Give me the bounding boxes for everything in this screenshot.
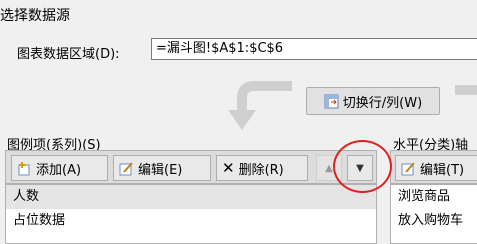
- add-series-button[interactable]: 添加(A): [11, 155, 108, 181]
- dialog-title: 选择数据源: [0, 8, 70, 24]
- list-item[interactable]: 人数: [6, 185, 376, 209]
- list-item[interactable]: 占位数据: [6, 209, 376, 233]
- edit-axis-label: 编辑(T): [420, 162, 465, 178]
- switch-row-col-icon: [324, 94, 339, 108]
- data-range-input[interactable]: =漏斗图!$A$1:$C$6: [151, 38, 477, 60]
- axis-category-list: 浏览商品 放入购物车: [390, 184, 477, 244]
- edit-axis-button[interactable]: 编辑(T): [395, 155, 477, 181]
- add-series-label: 添加(A): [36, 162, 82, 178]
- data-range-label: 图表数据区域(D):: [17, 47, 120, 62]
- move-down-button[interactable]: ▼: [347, 155, 373, 181]
- curved-arrow-right-icon: [455, 85, 477, 95]
- legend-toolbar: 添加(A) 编辑(E) ✕ 删除(R) ▲ ▼: [5, 150, 377, 184]
- delete-series-label: 删除(R): [238, 162, 284, 178]
- edit-icon: [119, 161, 133, 175]
- curved-arrow-icon: [228, 81, 292, 130]
- delete-icon: ✕: [222, 158, 235, 177]
- switch-row-column-label: 切换行/列(W): [342, 95, 423, 111]
- delete-series-button[interactable]: ✕ 删除(R): [216, 155, 308, 181]
- add-series-icon: [18, 161, 30, 175]
- legend-series-list: 人数 占位数据: [5, 184, 377, 244]
- axis-toolbar: 编辑(T): [390, 150, 477, 184]
- move-up-button[interactable]: ▲: [316, 155, 342, 181]
- edit-icon: [401, 161, 415, 175]
- list-item[interactable]: 放入购物车: [391, 209, 477, 233]
- list-item[interactable]: 浏览商品: [391, 185, 477, 209]
- triangle-down-icon: ▼: [356, 162, 364, 174]
- edit-series-button[interactable]: 编辑(E): [113, 155, 211, 181]
- edit-series-label: 编辑(E): [138, 162, 183, 178]
- switch-row-column-button[interactable]: 切换行/列(W): [306, 87, 440, 115]
- triangle-up-icon: ▲: [325, 162, 333, 174]
